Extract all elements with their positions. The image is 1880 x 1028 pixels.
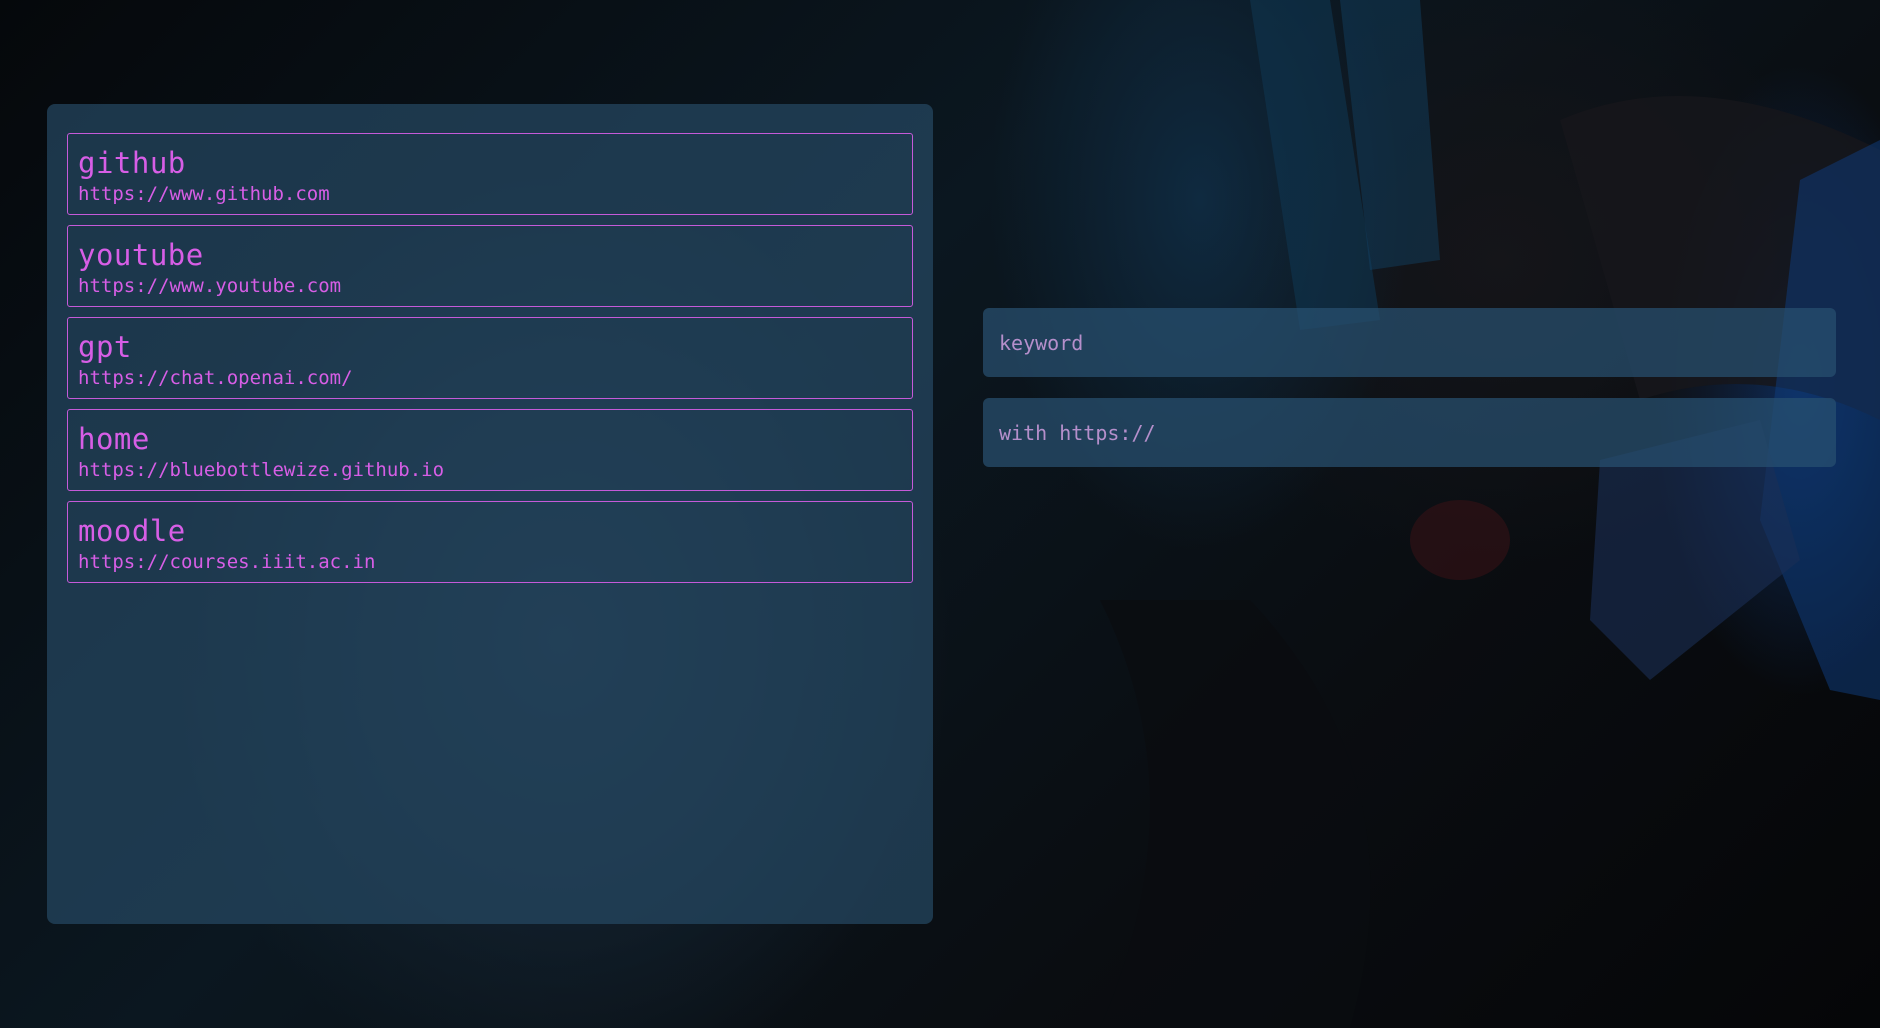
bookmark-url: https://www.youtube.com — [78, 275, 342, 297]
bookmark-name: home — [78, 422, 150, 456]
bookmark-gpt[interactable]: gpt https://chat.openai.com/ — [67, 317, 913, 399]
bookmark-url: https://courses.iiit.ac.in — [78, 551, 376, 573]
bookmark-url: https://bluebottlewize.github.io — [78, 459, 445, 481]
bookmark-name: github — [78, 146, 186, 180]
bookmark-url: https://chat.openai.com/ — [78, 367, 353, 389]
bookmark-moodle[interactable]: moodle https://courses.iiit.ac.in — [67, 501, 913, 583]
bookmark-home[interactable]: home https://bluebottlewize.github.io — [67, 409, 913, 491]
bookmark-name: moodle — [78, 514, 186, 548]
bookmark-name: youtube — [78, 238, 204, 272]
bookmark-name: gpt — [78, 330, 132, 364]
keyword-input[interactable] — [983, 308, 1836, 377]
url-input[interactable] — [983, 398, 1836, 467]
bookmark-url: https://www.github.com — [78, 183, 330, 205]
bookmark-youtube[interactable]: youtube https://www.youtube.com — [67, 225, 913, 307]
bookmark-github[interactable]: github https://www.github.com — [67, 133, 913, 215]
bookmarks-panel: github https://www.github.com youtube ht… — [47, 104, 933, 924]
